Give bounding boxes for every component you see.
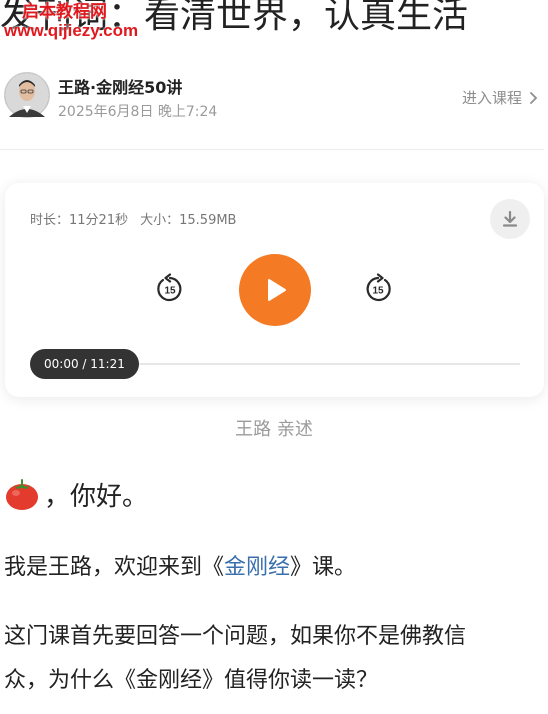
duration-value: 11分21秒 [69,213,129,228]
download-icon [502,210,518,227]
rewind-15-button[interactable]: 15 [154,273,186,305]
avatar[interactable] [4,72,50,118]
enter-course-link[interactable]: 进入课程 [462,87,538,108]
narrator-caption: 王路 亲述 [235,419,313,440]
total-time: 11:21 [90,357,125,371]
size-label: 大小： [140,213,180,228]
forward-icon: 15 [366,273,391,302]
publish-time: 2025年6月8日 晚上7:24 [58,104,218,120]
forward-seconds: 15 [372,286,384,297]
forward-15-button[interactable]: 15 [362,273,394,305]
watermark-url: www.qijiezy.com [4,21,139,40]
download-button[interactable] [490,199,530,239]
chevron-right-icon [530,91,538,104]
audio-player: 时长：11分21秒 大小：15.59MB 15 15 00:00 / 11:21 [5,183,544,397]
play-button[interactable] [239,254,311,326]
duration-label: 时长： [30,213,70,228]
audio-meta: 时长：11分21秒 大小：15.59MB [30,209,236,228]
course-link[interactable]: 金刚经 [224,555,290,580]
course-name[interactable]: 王路·金刚经50讲 [58,74,182,98]
current-time: 00:00 [44,357,79,371]
progress-handle[interactable]: 00:00 / 11:21 [30,349,139,379]
enter-course-label: 进入课程 [461,89,522,107]
size-value: 15.59MB [179,213,237,228]
author-row: 王路·金刚经50讲 2025年6月8日 晚上7:24 进入课程 [4,70,544,122]
intro-text-start: 我是王路，欢迎来到《 [4,555,225,580]
divider [0,149,544,150]
intro-text-end: 》课。 [290,555,357,580]
greeting: ，你好。 [4,474,148,514]
paragraph-question-line2: 众，为什么《金刚经》值得你读一读？ [4,668,379,693]
rewind-seconds: 15 [164,286,176,297]
article-page: 发刊词：看清世界，认真生活 启本教程网 www.qijiezy.com 王路·金… [0,0,548,714]
tomato-icon [6,479,38,510]
greeting-text: ，你好。 [44,481,149,512]
paragraph-question-line1: 这门课首先要回答一个问题，如果你不是佛教信 [4,624,467,649]
watermark-logo: 启本教程网 www.qijiezy.com [4,2,138,40]
avatar-portrait-icon [5,73,49,117]
paragraph-intro: 我是王路，欢迎来到《金刚经》课。 [4,549,356,587]
play-icon [268,279,286,301]
watermark-text: 启本教程网 [22,2,107,21]
rewind-icon: 15 [157,273,182,302]
